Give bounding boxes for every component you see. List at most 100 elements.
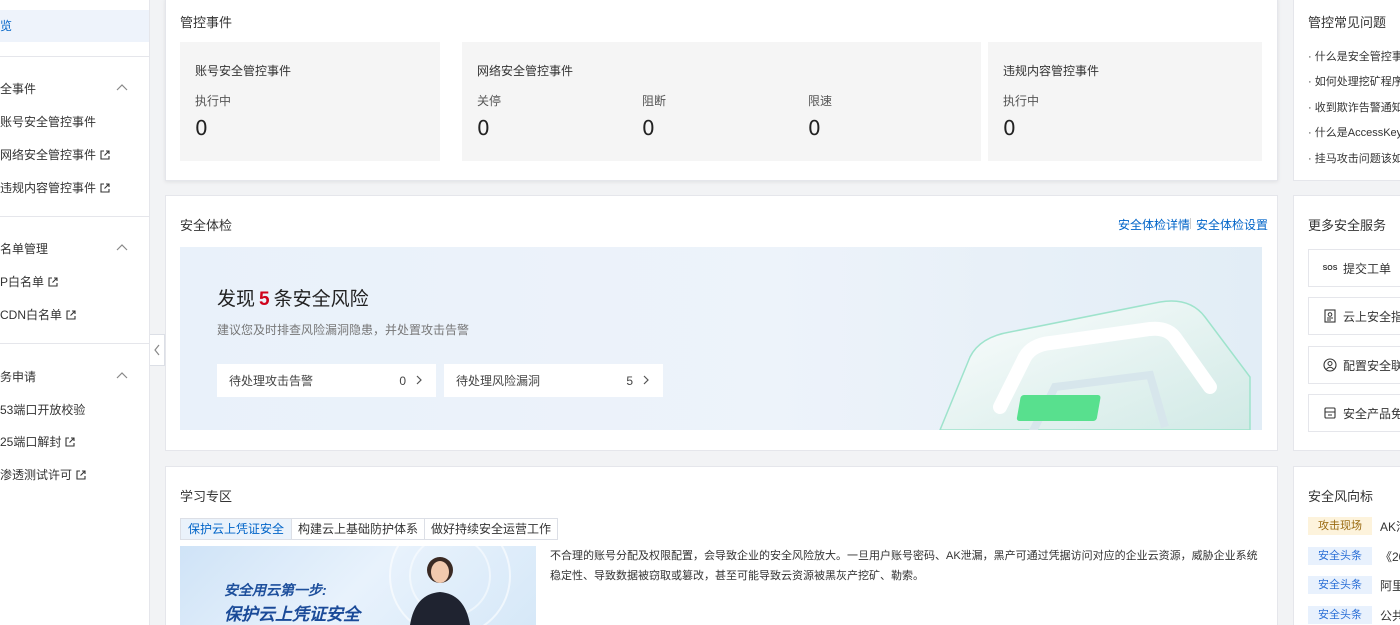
- news-text: 公共: [1380, 608, 1400, 623]
- divider: [0, 216, 149, 217]
- content-events-title: 违规内容管控事件: [1003, 64, 1100, 78]
- divider: [0, 343, 149, 344]
- service-label: 安全产品免费: [1343, 406, 1400, 421]
- tab-basic-protection[interactable]: 构建云上基础防护体系: [291, 518, 425, 540]
- card-title: 学习专区: [180, 489, 233, 504]
- faq-item[interactable]: · 什么是AccessKey: [1308, 124, 1400, 140]
- external-link-icon: [65, 436, 75, 447]
- faq-card: 管控常见问题 · 什么是安全管控事 · 如何处理挖矿程序 · 收到欺诈告警通知 …: [1293, 0, 1400, 181]
- chevron-up-icon[interactable]: [116, 82, 128, 94]
- card-title: 安全体检: [180, 218, 233, 233]
- account-events-box[interactable]: 账号安全管控事件 执行中 0: [180, 42, 440, 161]
- count-value: 0: [1003, 116, 1016, 140]
- headline-tag: 安全头条: [1308, 547, 1372, 565]
- tab-credentials[interactable]: 保护云上凭证安全: [180, 518, 292, 540]
- pending-label: 待处理攻击告警: [229, 374, 314, 388]
- service-label: 云上安全指南: [1343, 309, 1400, 324]
- faq-item-label: 收到欺诈告警通知: [1314, 102, 1400, 114]
- security-guide-button[interactable]: 云上安全指南: [1308, 297, 1400, 335]
- sidebar-item-label: 违规内容管控事件: [0, 181, 97, 195]
- sidebar-item-port53[interactable]: 53端口开放校验: [0, 401, 85, 418]
- pending-vulns-button[interactable]: 待处理风险漏洞 5: [444, 364, 663, 397]
- services-title: 更多安全服务: [1308, 218, 1387, 233]
- block-label: 阻断: [642, 94, 667, 108]
- news-item[interactable]: 安全头条阿里: [1308, 576, 1400, 594]
- content-events-box[interactable]: 违规内容管控事件 执行中 0: [988, 42, 1262, 161]
- faq-item[interactable]: · 什么是安全管控事: [1308, 48, 1400, 64]
- status-label: 执行中: [195, 94, 232, 108]
- thumbnail-line1: 安全用云第一步:: [224, 582, 327, 598]
- pending-count: 0: [399, 373, 406, 388]
- card-title: 管控事件: [180, 15, 233, 30]
- product-icon: [1324, 407, 1336, 419]
- pending-label: 待处理风险漏洞: [456, 374, 541, 388]
- submit-ticket-button[interactable]: SOS 提交工单: [1308, 249, 1400, 287]
- sidebar-group-label: 名单管理: [0, 242, 49, 256]
- pending-alerts-button[interactable]: 待处理攻击告警 0: [217, 364, 436, 397]
- sidebar-item-label: CDN白名单: [0, 308, 62, 322]
- tab-operations[interactable]: 做好持续安全运营工作: [424, 518, 558, 540]
- learning-description: 不合理的账号分配及权限配置，会导致企业的安全风险放大。一旦用户账号密码、AK泄漏…: [550, 550, 1258, 582]
- sidebar-item-label: 览: [0, 19, 13, 33]
- chevron-up-icon[interactable]: [116, 370, 128, 382]
- sidebar-item-overview[interactable]: 览: [0, 10, 149, 42]
- faq-item-label: 如何处理挖矿程序: [1314, 76, 1400, 88]
- sidebar-item-label: 网络安全管控事件: [0, 148, 97, 162]
- external-link-icon: [100, 182, 110, 193]
- sidebar-item-cdn-whitelist[interactable]: CDN白名单: [0, 306, 76, 323]
- sidebar-item-network-events[interactable]: 网络安全管控事件: [0, 146, 110, 163]
- sidebar-item-label: 25端口解封: [0, 435, 62, 449]
- risk-subtitle: 建议您及时排查风险漏洞隐患，并处置攻击告警: [217, 323, 470, 337]
- headline-suffix: 条安全风险: [273, 289, 369, 310]
- news-text: 阿里: [1380, 578, 1400, 593]
- health-settings-link[interactable]: 安全体检设置: [1196, 216, 1268, 233]
- faq-item[interactable]: · 如何处理挖矿程序: [1308, 73, 1400, 89]
- sidebar-group-whitelist[interactable]: 名单管理: [0, 240, 48, 257]
- sidebar-group-label: 务申请: [0, 370, 37, 384]
- sidebar-item-content-events[interactable]: 违规内容管控事件: [0, 179, 110, 196]
- health-detail-link[interactable]: 安全体检详情: [1118, 216, 1190, 233]
- sidebar-group-events[interactable]: 全事件: [0, 80, 36, 97]
- faq-item-label: 什么是安全管控事: [1314, 51, 1400, 63]
- sidebar-item-label: 渗透测试许可: [0, 468, 73, 482]
- sidebar-item-port25[interactable]: 25端口解封: [0, 433, 75, 450]
- sidebar-item-pentest[interactable]: 渗透测试许可: [0, 466, 86, 483]
- external-link-icon: [76, 469, 86, 480]
- external-link-icon: [66, 309, 76, 320]
- external-link-icon: [100, 149, 110, 160]
- attack-tag: 攻击现场: [1308, 517, 1372, 535]
- video-thumbnail[interactable]: 安全用云第一步: 保护云上凭证安全: [180, 546, 536, 625]
- sidebar-collapse-button[interactable]: [150, 334, 165, 366]
- service-label: 提交工单: [1343, 261, 1392, 276]
- faq-item[interactable]: · 收到欺诈告警通知: [1308, 99, 1400, 115]
- news-item[interactable]: 安全头条《20: [1308, 547, 1400, 565]
- sidebar-group-applications[interactable]: 务申请: [0, 368, 36, 385]
- security-contact-button[interactable]: 配置安全联系: [1308, 346, 1400, 384]
- doc-icon: [1324, 309, 1336, 323]
- chevron-up-icon[interactable]: [116, 242, 128, 254]
- headline-tag: 安全头条: [1308, 576, 1372, 594]
- sidebar-item-ip-whitelist[interactable]: P白名单: [0, 273, 58, 290]
- divider: [1190, 218, 1191, 229]
- wind-vane-card: 安全风向标 攻击现场AK泄 安全头条《20 安全头条阿里 安全头条公共: [1293, 466, 1400, 625]
- free-products-button[interactable]: 安全产品免费: [1308, 394, 1400, 432]
- security-illustration: [939, 300, 1251, 430]
- shutdown-label: 关停: [477, 94, 502, 108]
- news-item[interactable]: 攻击现场 AK泄: [1308, 517, 1400, 535]
- account-events-title: 账号安全管控事件: [195, 64, 292, 78]
- external-link-icon: [48, 276, 58, 287]
- network-events-box[interactable]: 网络安全管控事件 关停 0 阻断 0 限速 0: [462, 42, 981, 161]
- chevron-right-icon: [416, 375, 422, 385]
- sos-icon: SOS: [1322, 264, 1338, 272]
- throttle-label: 限速: [808, 94, 833, 108]
- headline-tag: 安全头条: [1308, 606, 1372, 624]
- status-label: 执行中: [1003, 94, 1040, 108]
- sidebar-item-label: 账号安全管控事件: [0, 115, 97, 129]
- news-item[interactable]: 安全头条公共: [1308, 606, 1400, 624]
- sidebar-item-account-events[interactable]: 账号安全管控事件: [0, 113, 96, 130]
- risk-banner: 发现 5 条安全风险 建议您及时排查风险漏洞隐患，并处置攻击告警 待处理攻击告警 0…: [180, 247, 1262, 430]
- faq-item-label: 挂马攻击问题该如: [1314, 153, 1400, 165]
- faq-item[interactable]: · 挂马攻击问题该如: [1308, 150, 1400, 166]
- network-events-title: 网络安全管控事件: [477, 64, 574, 78]
- sidebar-item-label: P白名单: [0, 275, 45, 289]
